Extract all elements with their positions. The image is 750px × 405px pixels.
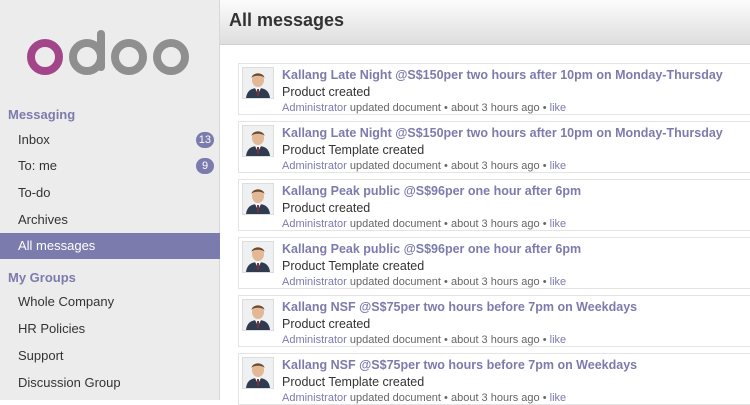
sidebar-item-label: Discussion Group (18, 375, 121, 390)
sidebar-item-support[interactable]: Support (0, 343, 220, 369)
message-time: about 3 hours ago (450, 160, 540, 172)
my-groups-section-title: My Groups (8, 270, 76, 285)
inbox-count-badge: 13 (195, 132, 214, 148)
like-link[interactable]: like (550, 218, 567, 230)
message-action: updated document (349, 334, 441, 346)
sidebar-item-label: To-do (18, 185, 51, 200)
message-action: updated document (349, 392, 441, 404)
sidebar-item-label: HR Policies (18, 321, 86, 336)
sidebar-item-label: Archives (18, 212, 68, 227)
message-body: Product created (282, 201, 371, 215)
meta-separator: • (539, 160, 550, 172)
message-body: Product created (282, 317, 371, 331)
sidebar-item-whole-company[interactable]: Whole Company (0, 289, 220, 315)
author-avatar[interactable] (242, 125, 274, 157)
author-link[interactable]: Administrator (282, 218, 347, 230)
message-time: about 3 hours ago (450, 102, 540, 114)
message-title-link[interactable]: Kallang Late Night @S$150per two hours a… (282, 126, 723, 140)
page-title: All messages (229, 10, 345, 30)
sidebar-item-label: All messages (18, 238, 96, 253)
sidebar-item-label: Whole Company (18, 294, 115, 309)
meta-separator: • (539, 392, 550, 404)
message-time: about 3 hours ago (450, 334, 540, 346)
sidebar-item-label: To: me (18, 158, 58, 173)
message-body: Product created (282, 85, 371, 99)
main-content: All messages Kallang Late Night @S$150pe… (220, 0, 750, 405)
message-body: Product Template created (282, 375, 425, 389)
like-link[interactable]: like (550, 334, 567, 346)
meta-separator: • (441, 218, 451, 230)
meta-separator: • (539, 102, 550, 114)
sidebar-item-label: Inbox (18, 132, 50, 147)
message-time: about 3 hours ago (450, 218, 540, 230)
odoo-logo[interactable] (25, 30, 195, 80)
message-meta: Administrator updated document • about 3… (282, 392, 566, 404)
message-action: updated document (349, 276, 441, 288)
meta-separator: • (441, 160, 451, 172)
sidebar: Messaging Inbox 13 To: me 9 To-do Archiv… (0, 0, 220, 400)
sidebar-item-discussion-group[interactable]: Discussion Group (0, 370, 220, 396)
author-link[interactable]: Administrator (282, 160, 347, 172)
author-link[interactable]: Administrator (282, 276, 347, 288)
message-card: Kallang Peak public @S$96per one hour af… (238, 179, 750, 231)
message-title-link[interactable]: Kallang NSF @S$75per two hours before 7p… (282, 300, 637, 314)
message-meta: Administrator updated document • about 3… (282, 276, 566, 288)
meta-separator: • (539, 276, 550, 288)
meta-separator: • (441, 334, 451, 346)
message-meta: Administrator updated document • about 3… (282, 334, 566, 346)
meta-separator: • (539, 218, 550, 230)
like-link[interactable]: like (550, 160, 567, 172)
message-card: Kallang NSF @S$75per two hours before 7p… (238, 353, 750, 405)
author-avatar[interactable] (242, 357, 274, 389)
author-link[interactable]: Administrator (282, 392, 347, 404)
message-body: Product Template created (282, 259, 425, 273)
like-link[interactable]: like (550, 392, 567, 404)
sidebar-item-hr-policies[interactable]: HR Policies (0, 316, 220, 342)
meta-separator: • (441, 102, 451, 114)
page-header: All messages (220, 0, 750, 45)
message-title-link[interactable]: Kallang Peak public @S$96per one hour af… (282, 242, 581, 256)
meta-separator: • (441, 276, 451, 288)
to-me-count-badge: 9 (196, 158, 214, 174)
message-title-link[interactable]: Kallang Late Night @S$150per two hours a… (282, 68, 723, 82)
message-action: updated document (349, 102, 441, 114)
messaging-section-title: Messaging (8, 107, 76, 122)
sidebar-item-all-messages[interactable]: All messages (0, 233, 220, 259)
meta-separator: • (441, 392, 451, 404)
author-avatar[interactable] (242, 67, 274, 99)
message-time: about 3 hours ago (450, 392, 540, 404)
message-meta: Administrator updated document • about 3… (282, 160, 566, 172)
message-card: Kallang Late Night @S$150per two hours a… (238, 63, 750, 115)
sidebar-item-archives[interactable]: Archives (0, 207, 220, 233)
message-meta: Administrator updated document • about 3… (282, 218, 566, 230)
sidebar-item-inbox[interactable]: Inbox 13 (0, 127, 220, 153)
message-action: updated document (349, 160, 441, 172)
sidebar-item-label: Support (18, 348, 64, 363)
sidebar-item-to-me[interactable]: To: me 9 (0, 153, 220, 179)
author-link[interactable]: Administrator (282, 334, 347, 346)
author-avatar[interactable] (242, 299, 274, 331)
message-action: updated document (349, 218, 441, 230)
like-link[interactable]: like (550, 102, 567, 114)
message-time: about 3 hours ago (450, 276, 540, 288)
message-title-link[interactable]: Kallang NSF @S$75per two hours before 7p… (282, 358, 637, 372)
message-meta: Administrator updated document • about 3… (282, 102, 566, 114)
message-card: Kallang Peak public @S$96per one hour af… (238, 237, 750, 289)
message-card: Kallang Late Night @S$150per two hours a… (238, 121, 750, 173)
author-link[interactable]: Administrator (282, 102, 347, 114)
message-body: Product Template created (282, 143, 425, 157)
author-avatar[interactable] (242, 183, 274, 215)
sidebar-item-to-do[interactable]: To-do (0, 180, 220, 206)
author-avatar[interactable] (242, 241, 274, 273)
message-title-link[interactable]: Kallang Peak public @S$96per one hour af… (282, 184, 581, 198)
like-link[interactable]: like (550, 276, 567, 288)
message-card: Kallang NSF @S$75per two hours before 7p… (238, 295, 750, 347)
meta-separator: • (539, 334, 550, 346)
